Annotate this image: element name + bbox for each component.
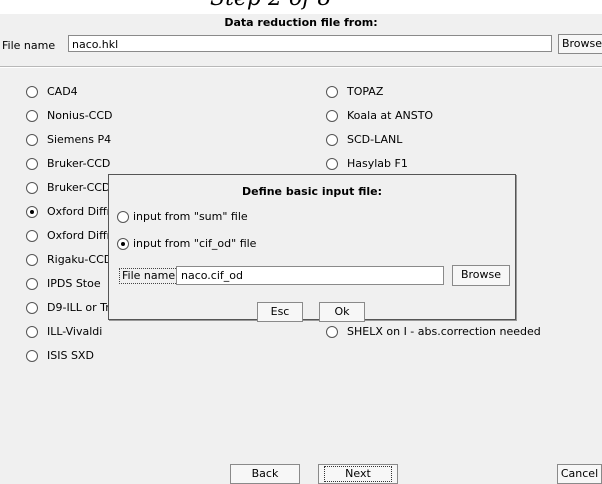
radio-button[interactable] [26,253,38,266]
radio-button[interactable] [26,85,38,98]
option-label: input from "cif_od" file [133,237,257,250]
option-label: Koala at ANSTO [347,109,434,122]
radio-button[interactable] [326,157,338,170]
option-oxford-diffraction-2[interactable]: Oxford Diffra [26,229,118,242]
option-label: Bruker-CCD [47,181,111,194]
radio-button[interactable] [26,349,38,362]
define-input-dialog: Define basic input file: input from "sum… [108,174,516,322]
radio-button[interactable] [26,205,38,218]
next-button[interactable]: Next [318,464,398,484]
ok-button[interactable]: Ok [319,302,365,322]
browse-button[interactable]: Browse [558,34,602,54]
radio-button[interactable] [117,237,129,250]
option-label: Nonius-CCD [47,109,113,122]
option-label: TOPAZ [347,85,384,98]
radio-button[interactable] [26,181,38,194]
option-nonius-ccd[interactable]: Nonius-CCD [26,109,113,122]
radio-button[interactable] [326,133,338,146]
radio-button[interactable] [26,229,38,242]
radio-button[interactable] [117,210,129,223]
option-label: IPDS Stoe [47,277,101,290]
option-oxford-diffraction[interactable]: Oxford Diffra [26,205,118,218]
option-siemens-p4[interactable]: Siemens P4 [26,133,111,146]
option-label: CAD4 [47,85,78,98]
esc-button[interactable]: Esc [257,302,303,322]
dialog-title: Define basic input file: [241,185,382,198]
option-rigaku-ccd[interactable]: Rigaku-CCD [26,253,112,266]
file-name-label: File name [2,39,56,52]
option-ipds-stoe[interactable]: IPDS Stoe [26,277,101,290]
dialog-file-name-label: File name: [119,268,182,284]
option-label: D9-ILL or Tri [47,301,113,314]
option-label: ISIS SXD [47,349,94,362]
option-bruker-ccd-2[interactable]: Bruker-CCD [26,181,110,194]
radio-button[interactable] [326,325,338,338]
dialog-file-name-input[interactable]: naco.cif_od [176,266,444,285]
separator [0,66,602,68]
radio-button[interactable] [26,133,38,146]
step-title: Step 2 of 8 [210,0,331,11]
radio-button[interactable] [26,325,38,338]
cancel-button[interactable]: Cancel [557,464,602,484]
option-shelx[interactable]: SHELX on I - abs.correction needed [326,325,541,338]
option-label: input from "sum" file [133,210,248,223]
step-header: Step 2 of 8 [0,0,602,14]
radio-button[interactable] [326,109,338,122]
option-label: SHELX on I - abs.correction needed [347,325,541,338]
option-d9-ill[interactable]: D9-ILL or Tri [26,301,113,314]
option-label: Hasylab F1 [347,157,408,170]
option-koala-ansto[interactable]: Koala at ANSTO [326,109,433,122]
option-label: SCD-LANL [347,133,403,146]
section-title: Data reduction file from: [224,16,378,29]
radio-button[interactable] [26,157,38,170]
next-button-label: Next [324,466,392,482]
option-bruker-ccd[interactable]: Bruker-CCD [26,157,110,170]
option-isis-sxd[interactable]: ISIS SXD [26,349,94,362]
radio-button[interactable] [26,301,38,314]
option-label: Siemens P4 [47,133,112,146]
option-ill-vivaldi[interactable]: ILL-Vivaldi [26,325,102,338]
option-cad4[interactable]: CAD4 [26,85,78,98]
radio-button[interactable] [326,85,338,98]
radio-button[interactable] [26,277,38,290]
dialog-option-sum[interactable]: input from "sum" file [117,210,248,223]
radio-button[interactable] [26,109,38,122]
back-button[interactable]: Back [230,464,300,484]
data-reduction-window: Data reduction file from: File name naco… [0,14,602,484]
option-label: ILL-Vivaldi [47,325,103,338]
option-hasylab-f1[interactable]: Hasylab F1 [326,157,408,170]
dialog-option-cif-od[interactable]: input from "cif_od" file [117,237,256,250]
option-label: Rigaku-CCD [47,253,113,266]
file-name-input[interactable]: naco.hkl [68,35,552,52]
option-label: Bruker-CCD [47,157,111,170]
option-scd-lanl[interactable]: SCD-LANL [326,133,402,146]
dialog-browse-button[interactable]: Browse [452,265,510,286]
option-topaz[interactable]: TOPAZ [326,85,383,98]
